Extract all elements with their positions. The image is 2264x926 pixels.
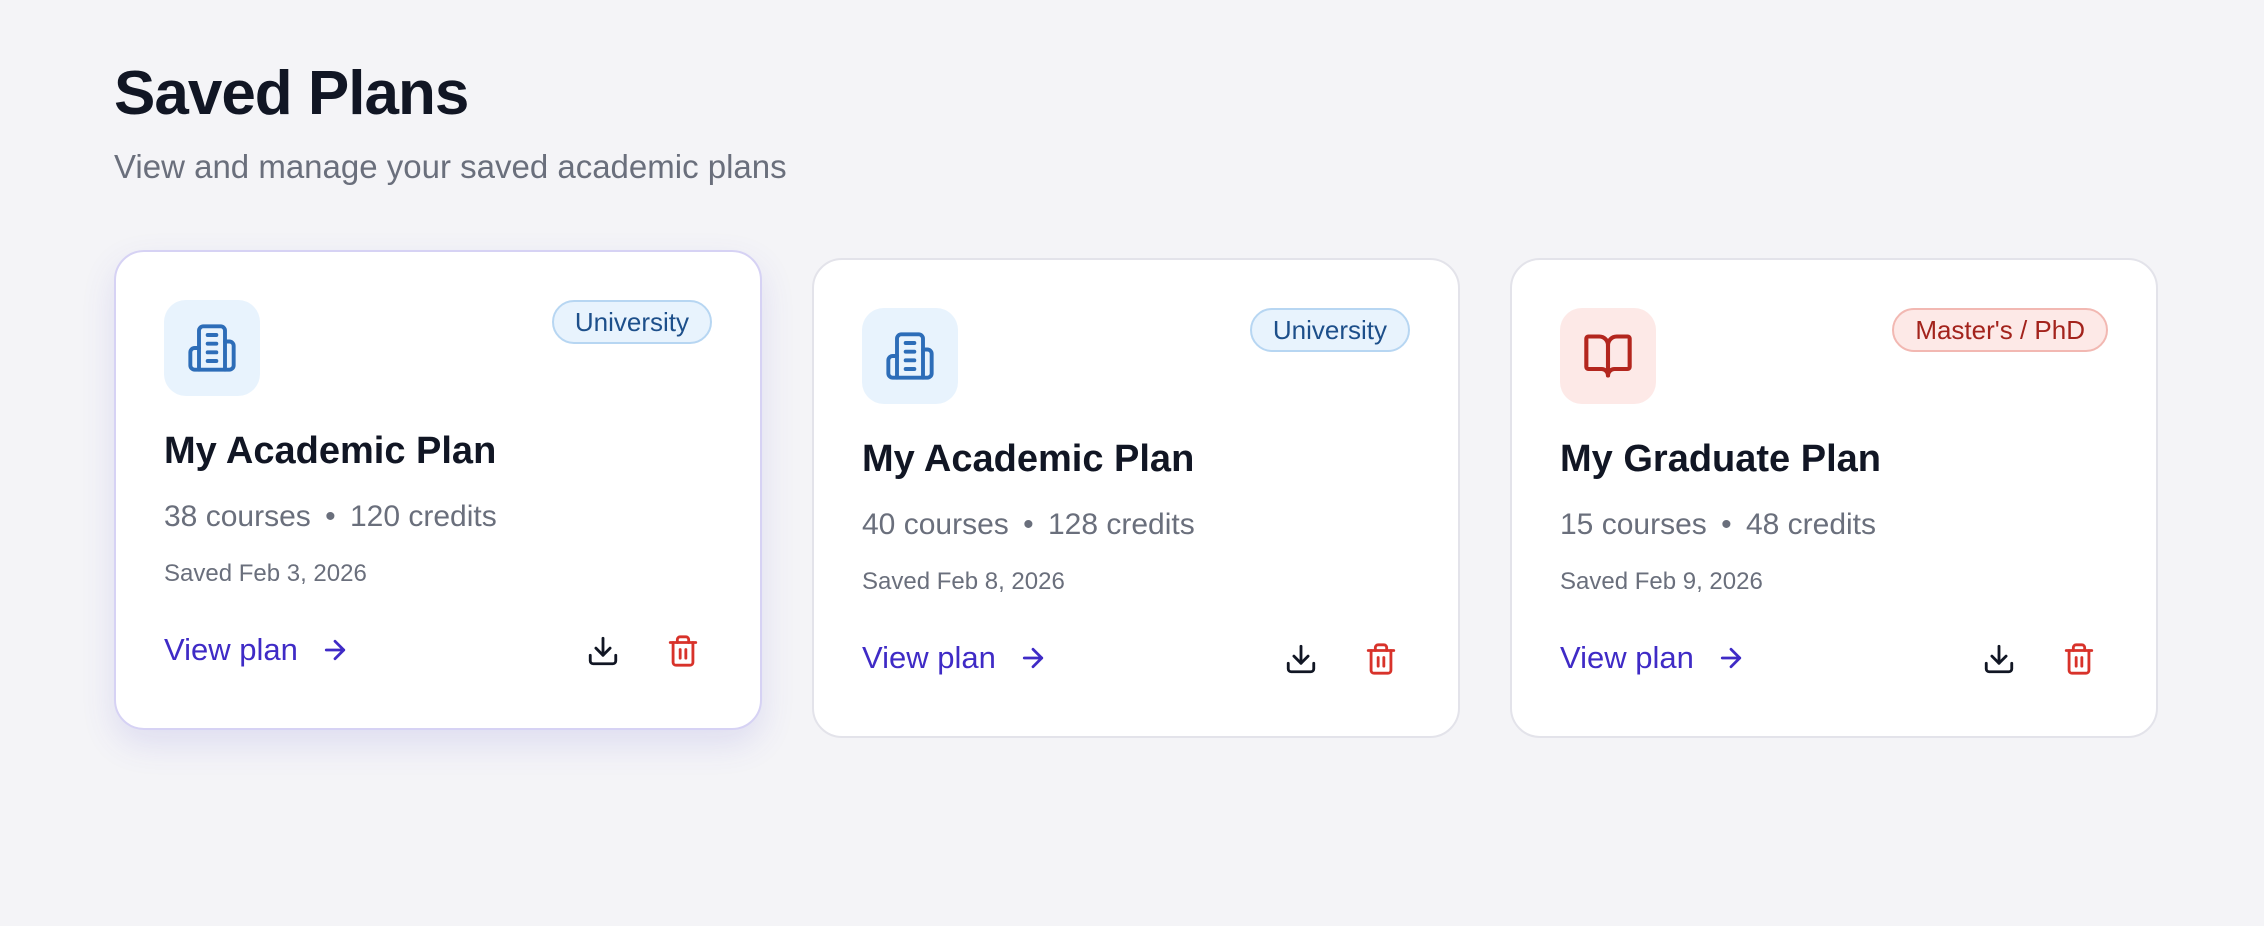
- delete-button[interactable]: [2056, 636, 2102, 682]
- saved-date: Saved Feb 8, 2026: [862, 568, 1065, 595]
- plan-type-badge: University: [1249, 308, 1410, 352]
- delete-button[interactable]: [660, 628, 706, 674]
- arrow-right-icon: [324, 639, 345, 661]
- credit-count: 48 credits: [1745, 508, 1877, 541]
- view-plan-link[interactable]: View plan: [862, 640, 1048, 676]
- download-icon: [1984, 644, 2014, 674]
- credit-count: 120 credits: [349, 500, 497, 533]
- book-icon: [1560, 308, 1656, 404]
- plan-title: My Academic Plan: [164, 430, 497, 472]
- saved-date: Saved Feb 9, 2026: [1560, 568, 1763, 595]
- view-plan-label: View plan: [1560, 640, 1694, 675]
- delete-button[interactable]: [1358, 636, 1404, 682]
- building-icon: [862, 308, 958, 404]
- view-plan-label: View plan: [862, 640, 996, 675]
- download-icon: [588, 636, 618, 666]
- credit-count: 128 credits: [1047, 508, 1195, 541]
- plan-stats: 40 courses • 128 credits: [862, 508, 1195, 542]
- trash-icon: [1366, 643, 1396, 675]
- page-subtitle: View and manage your saved academic plan…: [114, 148, 787, 185]
- arrow-right-icon: [1022, 647, 1043, 669]
- download-button[interactable]: [580, 628, 626, 674]
- saved-date: Saved Feb 3, 2026: [164, 560, 367, 587]
- plan-card[interactable]: Master's / PhD My Graduate Plan 15 cours…: [1510, 258, 2158, 738]
- plan-type-badge: University: [551, 300, 712, 344]
- trash-icon: [668, 635, 698, 667]
- page-title: Saved Plans: [114, 59, 469, 128]
- plan-type-badge: Master's / PhD: [1892, 308, 2108, 352]
- download-button[interactable]: [1278, 636, 1324, 682]
- arrow-right-icon: [1720, 647, 1741, 669]
- meta-separator: •: [1721, 508, 1732, 541]
- meta-separator: •: [1023, 508, 1034, 541]
- download-icon: [1286, 644, 1316, 674]
- plan-card[interactable]: University My Academic Plan 38 courses •…: [114, 250, 762, 730]
- plan-stats: 38 courses • 120 credits: [164, 500, 497, 534]
- plan-stats: 15 courses • 48 credits: [1560, 508, 1876, 542]
- building-icon: [164, 300, 260, 396]
- course-count: 40 courses: [862, 508, 1009, 541]
- view-plan-link[interactable]: View plan: [1560, 640, 1746, 676]
- meta-separator: •: [325, 500, 336, 533]
- download-button[interactable]: [1976, 636, 2022, 682]
- course-count: 15 courses: [1560, 508, 1707, 541]
- course-count: 38 courses: [164, 500, 311, 533]
- plan-card[interactable]: University My Academic Plan 40 courses •…: [812, 258, 1460, 738]
- view-plan-link[interactable]: View plan: [164, 632, 350, 668]
- view-plan-label: View plan: [164, 632, 298, 667]
- plan-title: My Academic Plan: [862, 438, 1195, 480]
- plan-title: My Graduate Plan: [1560, 438, 1881, 480]
- trash-icon: [2064, 643, 2094, 675]
